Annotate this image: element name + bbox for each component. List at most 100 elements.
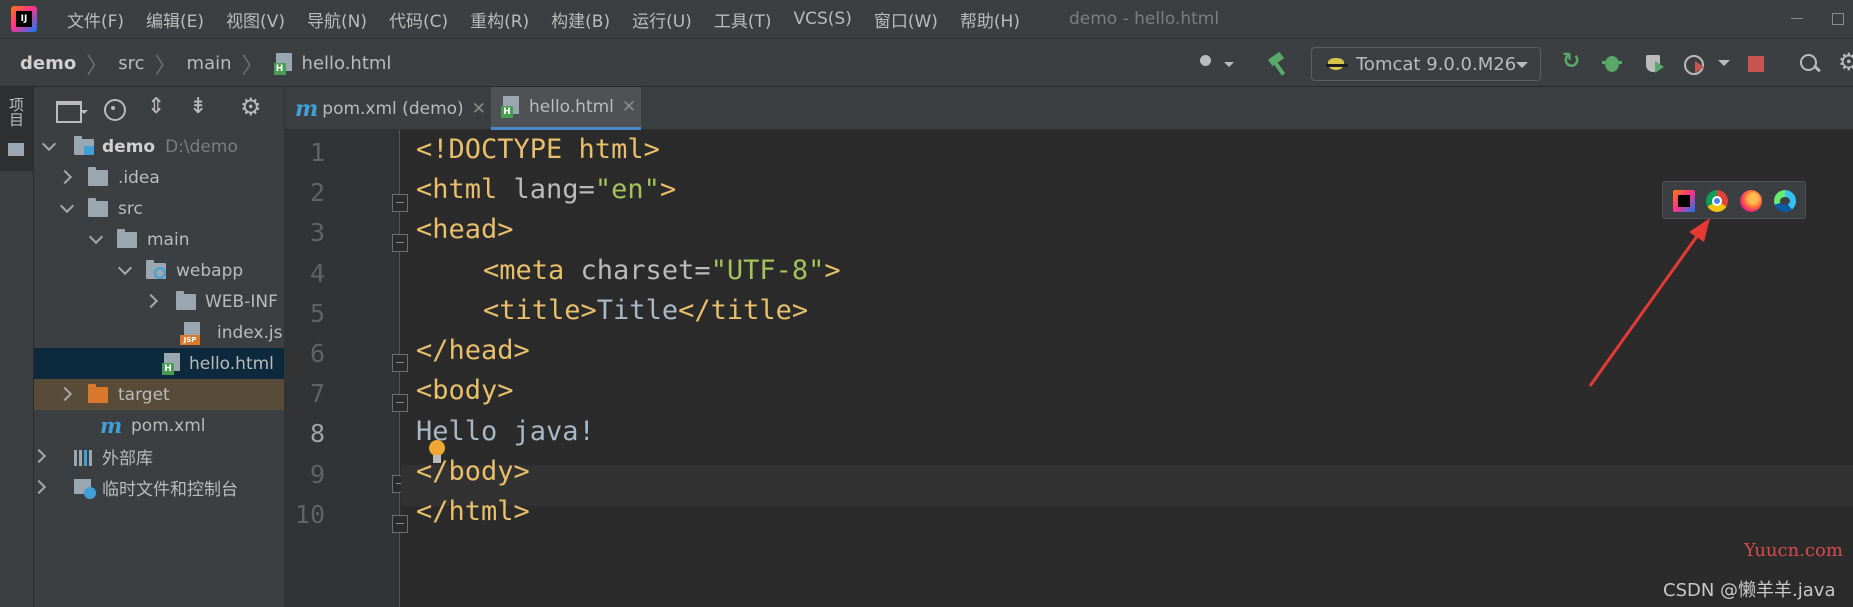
code-line-6[interactable]: </head> <box>416 335 530 375</box>
menu-view[interactable]: 视图(V) <box>226 7 285 32</box>
menu-bar: 文件(F) 编辑(E) 视图(V) 导航(N) 代码(C) 重构(R) 构建(B… <box>0 0 1853 38</box>
menu-navigate[interactable]: 导航(N) <box>307 7 367 32</box>
chevron-right-icon[interactable] <box>143 293 159 309</box>
firefox-icon[interactable] <box>1740 190 1762 212</box>
tree-item-scratches[interactable]: 临时文件和控制台 <box>34 472 284 503</box>
intellij-browser-icon[interactable] <box>1673 190 1695 212</box>
tree-item-external-libraries[interactable]: 外部库 <box>34 441 284 472</box>
tree-item-demo[interactable]: demo D:\demo <box>34 131 284 162</box>
code-line-7[interactable]: <body> <box>416 375 514 415</box>
tree-item-idea[interactable]: .idea <box>34 162 284 193</box>
watermark-yuucn: Yuucn.com <box>1744 540 1843 561</box>
fold-marker-icon[interactable] <box>392 394 408 412</box>
code-line-3[interactable]: <head> <box>416 214 514 254</box>
tab-label: hello.html <box>529 97 614 117</box>
close-icon[interactable]: ✕ <box>472 99 486 119</box>
settings-icon[interactable] <box>1838 48 1853 76</box>
profile-icon[interactable] <box>1682 52 1706 76</box>
breadcrumb-file[interactable]: hello.html <box>302 53 392 74</box>
chevron-down-icon[interactable] <box>88 229 104 245</box>
fold-marker-icon[interactable] <box>392 194 408 212</box>
debug-icon[interactable] <box>1600 52 1624 76</box>
line-number: 6 <box>309 339 325 368</box>
fold-marker-icon[interactable] <box>392 515 408 533</box>
breadcrumb-src[interactable]: src <box>118 53 144 74</box>
intention-bulb-icon[interactable] <box>427 440 447 466</box>
breadcrumb-separator-icon: 〉 <box>241 53 264 79</box>
chevron-down-icon[interactable] <box>1718 60 1730 72</box>
menu-run[interactable]: 运行(U) <box>632 7 692 32</box>
menu-build[interactable]: 构建(B) <box>551 7 610 32</box>
close-icon[interactable]: ✕ <box>622 97 636 117</box>
breadcrumb-main[interactable]: main <box>187 53 232 74</box>
menu-file[interactable]: 文件(F) <box>67 7 124 32</box>
menu-code[interactable]: 代码(C) <box>389 7 448 32</box>
run-configuration-select[interactable]: Tomcat 9.0.0.M26 <box>1311 47 1541 81</box>
menu-edit[interactable]: 编辑(E) <box>146 7 204 32</box>
tree-label: 外部库 <box>102 449 153 469</box>
code-line-10[interactable]: </html> <box>416 496 530 536</box>
line-number: 8 <box>309 419 325 448</box>
tree-item-web-inf[interactable]: WEB-INF <box>34 286 284 317</box>
tab-pom-xml[interactable]: m pom.xml (demo) ✕ <box>285 87 486 130</box>
expand-all-icon[interactable] <box>144 94 168 120</box>
fold-marker-icon[interactable] <box>392 234 408 252</box>
view-mode-icon[interactable] <box>54 98 88 123</box>
chevron-down-icon[interactable] <box>41 136 57 152</box>
code-line-2[interactable]: <html lang="en"> <box>416 174 676 214</box>
tree-label: src <box>118 198 143 219</box>
menu-tools[interactable]: 工具(T) <box>714 7 772 32</box>
chrome-icon[interactable] <box>1706 190 1728 212</box>
tree-item-target[interactable]: target <box>34 379 284 410</box>
chevron-right-icon[interactable] <box>34 448 47 464</box>
menu-window[interactable]: 窗口(W) <box>874 7 938 32</box>
chevron-right-icon[interactable] <box>57 386 73 402</box>
user-icon[interactable] <box>1198 52 1238 76</box>
project-tool-window-tab[interactable]: 项目 <box>0 87 33 171</box>
tree-item-pom-xml[interactable]: m pom.xml <box>34 410 284 441</box>
tree-item-hello-html[interactable]: hello.html <box>34 348 284 379</box>
tree-item-src[interactable]: src <box>34 193 284 224</box>
open-in-browser-popup <box>1662 181 1806 219</box>
code-line-5[interactable]: <title>Title</title> <box>483 295 808 335</box>
watermark-csdn: CSDN @懒羊羊.java <box>1663 580 1836 601</box>
chevron-down-icon[interactable] <box>117 260 133 276</box>
locate-file-icon[interactable] <box>102 98 126 121</box>
search-icon[interactable] <box>1798 52 1822 76</box>
tab-hello-html[interactable]: hello.html ✕ <box>491 87 641 130</box>
fold-marker-icon[interactable] <box>392 354 408 372</box>
menu-refactor[interactable]: 重构(R) <box>470 7 529 32</box>
code-token: > <box>824 255 841 286</box>
line-number: 7 <box>309 379 325 408</box>
build-hammer-icon[interactable] <box>1266 52 1290 76</box>
folder-icon <box>88 198 108 217</box>
tree-label: WEB-INF <box>205 291 278 312</box>
collapse-all-icon[interactable] <box>186 94 210 120</box>
tree-item-index-jsp[interactable]: index.jsp <box>34 317 284 348</box>
rerun-icon[interactable] <box>1560 49 1584 76</box>
edge-icon[interactable] <box>1774 190 1796 212</box>
stop-icon[interactable] <box>1744 52 1768 76</box>
html-file-icon <box>162 353 182 375</box>
line-number: 10 <box>294 500 325 529</box>
code-token: <html <box>416 174 498 205</box>
code-token: "en" <box>594 174 660 205</box>
menu-help[interactable]: 帮助(H) <box>960 7 1020 32</box>
maximize-icon[interactable] <box>1827 8 1847 28</box>
chevron-right-icon[interactable] <box>57 169 73 185</box>
run-with-coverage-icon[interactable] <box>1643 52 1667 76</box>
chevron-right-icon[interactable] <box>34 479 47 495</box>
tree-item-main[interactable]: main <box>34 224 284 255</box>
menu-vcs[interactable]: VCS(S) <box>793 9 851 29</box>
breadcrumb-project[interactable]: demo <box>20 53 76 74</box>
minimize-icon[interactable] <box>1787 8 1807 28</box>
gear-icon[interactable] <box>240 93 264 121</box>
chevron-down-icon[interactable] <box>59 198 75 214</box>
tree-path-hint: D:\demo <box>165 136 238 157</box>
code-line-1[interactable]: <!DOCTYPE html> <box>416 134 660 174</box>
line-number: 9 <box>309 460 325 489</box>
code-editor[interactable]: 1 2 3 4 5 6 7 8 9 10 <!DOCTYPE html> <ht… <box>285 130 1853 607</box>
code-line-4[interactable]: <meta charset="UTF-8"> <box>483 255 841 295</box>
code-token: <meta <box>483 255 565 286</box>
tree-item-webapp[interactable]: webapp <box>34 255 284 286</box>
